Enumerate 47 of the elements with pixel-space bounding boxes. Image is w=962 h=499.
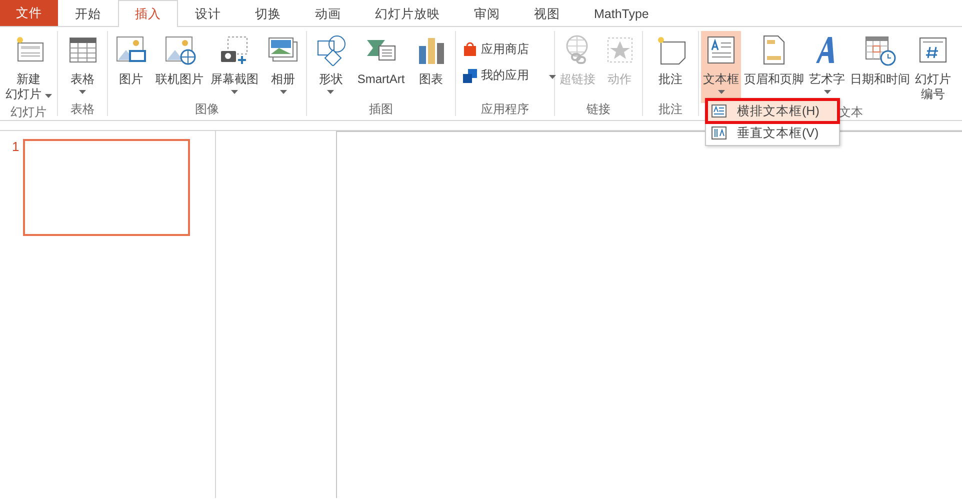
ribbon-button[interactable]: SmartArt <box>355 31 407 100</box>
group-label: 表格 <box>70 102 94 116</box>
camera-icon <box>218 34 250 66</box>
slide-number: 1 <box>12 138 20 156</box>
ribbon-button[interactable]: 相册 <box>263 31 304 100</box>
vertical-text-box-icon <box>711 126 727 140</box>
text-box-icon <box>705 34 737 66</box>
ribbon-tab[interactable]: 开始 <box>58 0 118 27</box>
ribbon-button[interactable]: 应用商店 <box>458 39 533 59</box>
ribbon-button[interactable]: 新建 幻灯片 <box>4 31 54 103</box>
group-label: 图像 <box>195 102 219 116</box>
calendar-clock-icon <box>864 34 896 66</box>
ribbon-button[interactable]: 幻灯片 编号 <box>913 31 953 103</box>
ribbon-tab[interactable]: 设计 <box>178 0 238 27</box>
ribbon-button[interactable]: 图表 <box>411 31 452 100</box>
ribbon-button[interactable]: 艺术字 <box>807 31 847 103</box>
horizontal-text-box-icon <box>711 104 727 118</box>
ribbon-button[interactable]: 形状 <box>310 31 351 100</box>
apps-cube-icon <box>462 67 478 83</box>
store-bag-icon <box>462 41 478 57</box>
ribbon-tab[interactable]: 插入 <box>118 0 178 27</box>
group-label: 幻灯片 <box>10 105 46 119</box>
ribbon-button[interactable]: 联机图片 <box>154 31 206 100</box>
file-tab[interactable]: 文件 <box>0 0 58 26</box>
menu-item[interactable]: 垂直文本框(V) <box>707 122 838 144</box>
ribbon-button[interactable]: 日期和时间 <box>848 31 912 103</box>
ribbon-button[interactable]: 屏幕截图 <box>208 31 260 100</box>
ribbon-button[interactable]: 表格 <box>62 31 102 100</box>
menu-item[interactable]: 横排文本框(H) <box>707 100 838 122</box>
ribbon-button[interactable]: 文本框 <box>701 31 741 103</box>
group-label: 插图 <box>369 102 393 116</box>
group-label: 应用程序 <box>481 102 529 116</box>
slide-thumbnail[interactable] <box>23 139 190 236</box>
ribbon-button[interactable]: 我的应用 <box>458 65 560 85</box>
group-label: 文本 <box>839 105 863 119</box>
shapes-icon <box>314 34 347 66</box>
ribbon-tab[interactable]: MathType <box>577 0 666 27</box>
ribbon-tab[interactable]: 幻灯片放映 <box>358 0 457 27</box>
group-label: 链接 <box>586 102 610 116</box>
ribbon-button[interactable]: 图片 <box>110 31 151 100</box>
ribbon-tab[interactable]: 视图 <box>517 0 577 27</box>
ribbon-tab[interactable]: 审阅 <box>457 0 517 27</box>
ribbon-button[interactable]: 批注 <box>650 31 690 100</box>
online-picture-icon <box>164 34 196 66</box>
ribbon-tab[interactable]: 动画 <box>298 0 358 27</box>
group-label: 批注 <box>658 102 682 116</box>
ribbon-tab[interactable]: 切换 <box>238 0 298 27</box>
